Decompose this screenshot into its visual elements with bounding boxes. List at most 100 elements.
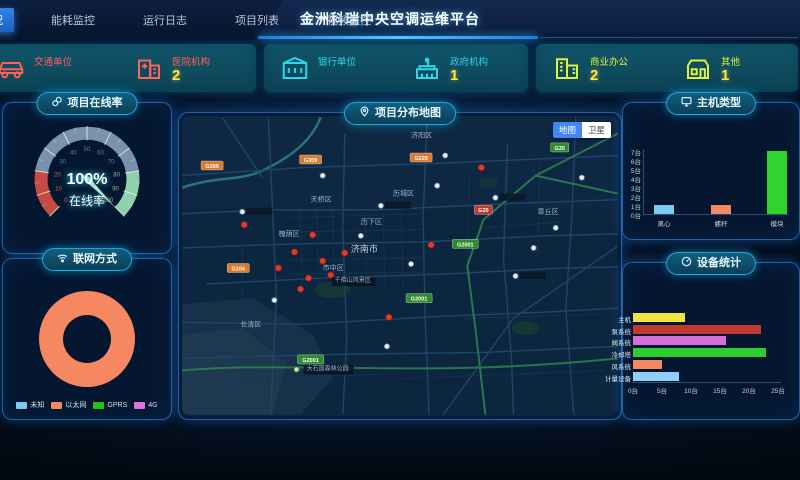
map-area-label: 章丘区 <box>538 207 559 216</box>
svg-text:40: 40 <box>70 150 77 156</box>
legend-swatch <box>16 402 27 409</box>
panel-title: 设备统计 <box>697 257 741 269</box>
bank-icon <box>280 53 310 83</box>
panel-title: 项目分布地图 <box>375 107 441 119</box>
legend-item-GPRS[interactable]: GPRS <box>93 400 127 410</box>
project-marker[interactable] <box>241 222 247 228</box>
gauge-label: 在线率 <box>3 192 171 209</box>
row-label-冷却塔: 冷却塔 <box>601 349 631 359</box>
poi-marker <box>513 273 518 278</box>
poi-label-pill <box>385 202 411 209</box>
legend-item-4G[interactable]: 4G <box>134 400 157 410</box>
project-marker[interactable] <box>275 265 281 271</box>
device-stats-bar-chart: 主机泵系统阀系统冷却塔风系统计量设备0台5台10台15台20台25台 <box>623 263 799 419</box>
road-badge: G35 <box>551 143 569 152</box>
map-area-label: 市中区 <box>323 263 344 272</box>
nav-tab-4[interactable]: 项目列表 <box>224 8 290 32</box>
stat-item-1-1: 交通单位 <box>0 53 118 83</box>
row-label-计量设备: 计量设备 <box>601 373 631 383</box>
map-area-label: 大石崮森林公园 <box>307 364 349 372</box>
legend-item-未知[interactable]: 未知 <box>16 400 44 410</box>
stat-label: 交通单位 <box>34 54 72 68</box>
stat-label: 医院机构 <box>172 54 210 68</box>
nav-tab-2[interactable]: 能耗监控 <box>40 8 106 32</box>
poi-marker <box>320 173 325 178</box>
map-area-label: 长清区 <box>240 319 261 328</box>
row-label-风系统: 风系统 <box>601 361 631 371</box>
network-type-panel: 联网方式 未知以太网GPRS4G <box>2 258 172 420</box>
car-icon <box>0 53 26 83</box>
legend-label: 4G <box>148 402 157 409</box>
map-toggle-satellite[interactable]: 卫星 <box>582 122 611 138</box>
road-badge: G220 <box>410 153 432 162</box>
gauge-center-text: 100% 在线率 <box>3 171 171 209</box>
svg-text:70: 70 <box>108 159 115 165</box>
nav-tab-5[interactable]: 视频监控 <box>316 8 382 32</box>
stat-item-1-2: 医院机构2 <box>118 53 256 83</box>
map-toggle-map[interactable]: 地图 <box>553 122 582 138</box>
project-marker[interactable] <box>428 242 434 248</box>
project-marker[interactable] <box>297 286 303 292</box>
stat-value <box>34 68 72 83</box>
bar-螺杆 <box>711 205 731 214</box>
y-tick-label: 6台 <box>607 156 641 166</box>
x-axis <box>633 382 781 383</box>
row-label-主机: 主机 <box>601 314 631 324</box>
gauge-value: 100% <box>3 171 171 189</box>
legend-label: 未知 <box>30 400 44 410</box>
map-area-label: 槐荫区 <box>278 229 299 238</box>
poi-marker <box>553 225 558 230</box>
map-viewport: G309G309G220G104G2001G2001G2001G35G20济南市… <box>182 116 618 416</box>
project-map-panel: 项目分布地图 地图卫星 <box>178 112 622 420</box>
map-area-label: 历城区 <box>393 190 414 198</box>
poi-marker <box>493 195 498 200</box>
x-tick-label: 25台 <box>766 385 790 395</box>
road-badge: G20 <box>474 205 492 214</box>
poi-marker <box>358 233 363 238</box>
row-label-泵系统: 泵系统 <box>601 326 631 336</box>
legend-item-以太网[interactable]: 以太网 <box>51 400 86 410</box>
y-axis <box>643 149 644 214</box>
svg-text:G309: G309 <box>205 164 219 170</box>
legend-swatch <box>93 402 104 409</box>
panel-header-device: 设备统计 <box>666 252 756 275</box>
project-marker[interactable] <box>342 250 348 256</box>
panel-header-online-rate: 项目在线率 <box>37 92 138 115</box>
legend-swatch <box>134 402 145 409</box>
monitor-icon <box>681 94 692 105</box>
stats-icon <box>681 254 692 265</box>
project-marker[interactable] <box>320 258 326 264</box>
poi-marker <box>272 298 277 303</box>
project-marker[interactable] <box>478 164 484 170</box>
stat-card-1[interactable]: 交通单位 医院机构2 <box>0 44 256 92</box>
road-badge: G309 <box>201 161 223 170</box>
bar-阀系统 <box>633 336 726 345</box>
nav-tab-1[interactable]: 概况 <box>0 8 14 32</box>
stat-card-3[interactable]: 商业办公2其他1 <box>536 44 798 92</box>
svg-text:G2001: G2001 <box>302 358 319 364</box>
stat-label: 政府机构 <box>450 54 488 68</box>
road-badge: G104 <box>227 263 249 272</box>
stat-value: 2 <box>172 68 210 83</box>
project-marker[interactable] <box>305 275 311 281</box>
project-marker[interactable] <box>309 232 315 238</box>
road-badge: G309 <box>300 155 322 164</box>
x-tick-label: 模块 <box>757 218 797 228</box>
stat-item-3-2: 其他1 <box>667 53 798 83</box>
x-tick-label: 10台 <box>679 385 703 395</box>
stat-card-2[interactable]: 银行单位政府机构1 <box>264 44 528 92</box>
poi-marker <box>531 245 536 250</box>
project-marker[interactable] <box>386 314 392 320</box>
city-map[interactable]: G309G309G220G104G2001G2001G2001G35G20济南市… <box>182 116 618 416</box>
project-marker[interactable] <box>291 249 297 255</box>
svg-text:G104: G104 <box>232 266 246 272</box>
panel-header-map: 项目分布地图 <box>344 102 456 125</box>
svg-text:G220: G220 <box>414 156 428 162</box>
x-axis <box>643 214 789 215</box>
panel-title: 项目在线率 <box>68 97 123 109</box>
nav-tab-3[interactable]: 运行日志 <box>132 8 198 32</box>
nav-tabs: 概况能耗监控运行日志项目列表视频监控 <box>4 0 382 40</box>
link-icon <box>52 94 63 105</box>
svg-text:G2001: G2001 <box>411 297 428 303</box>
office-icon <box>552 53 582 83</box>
